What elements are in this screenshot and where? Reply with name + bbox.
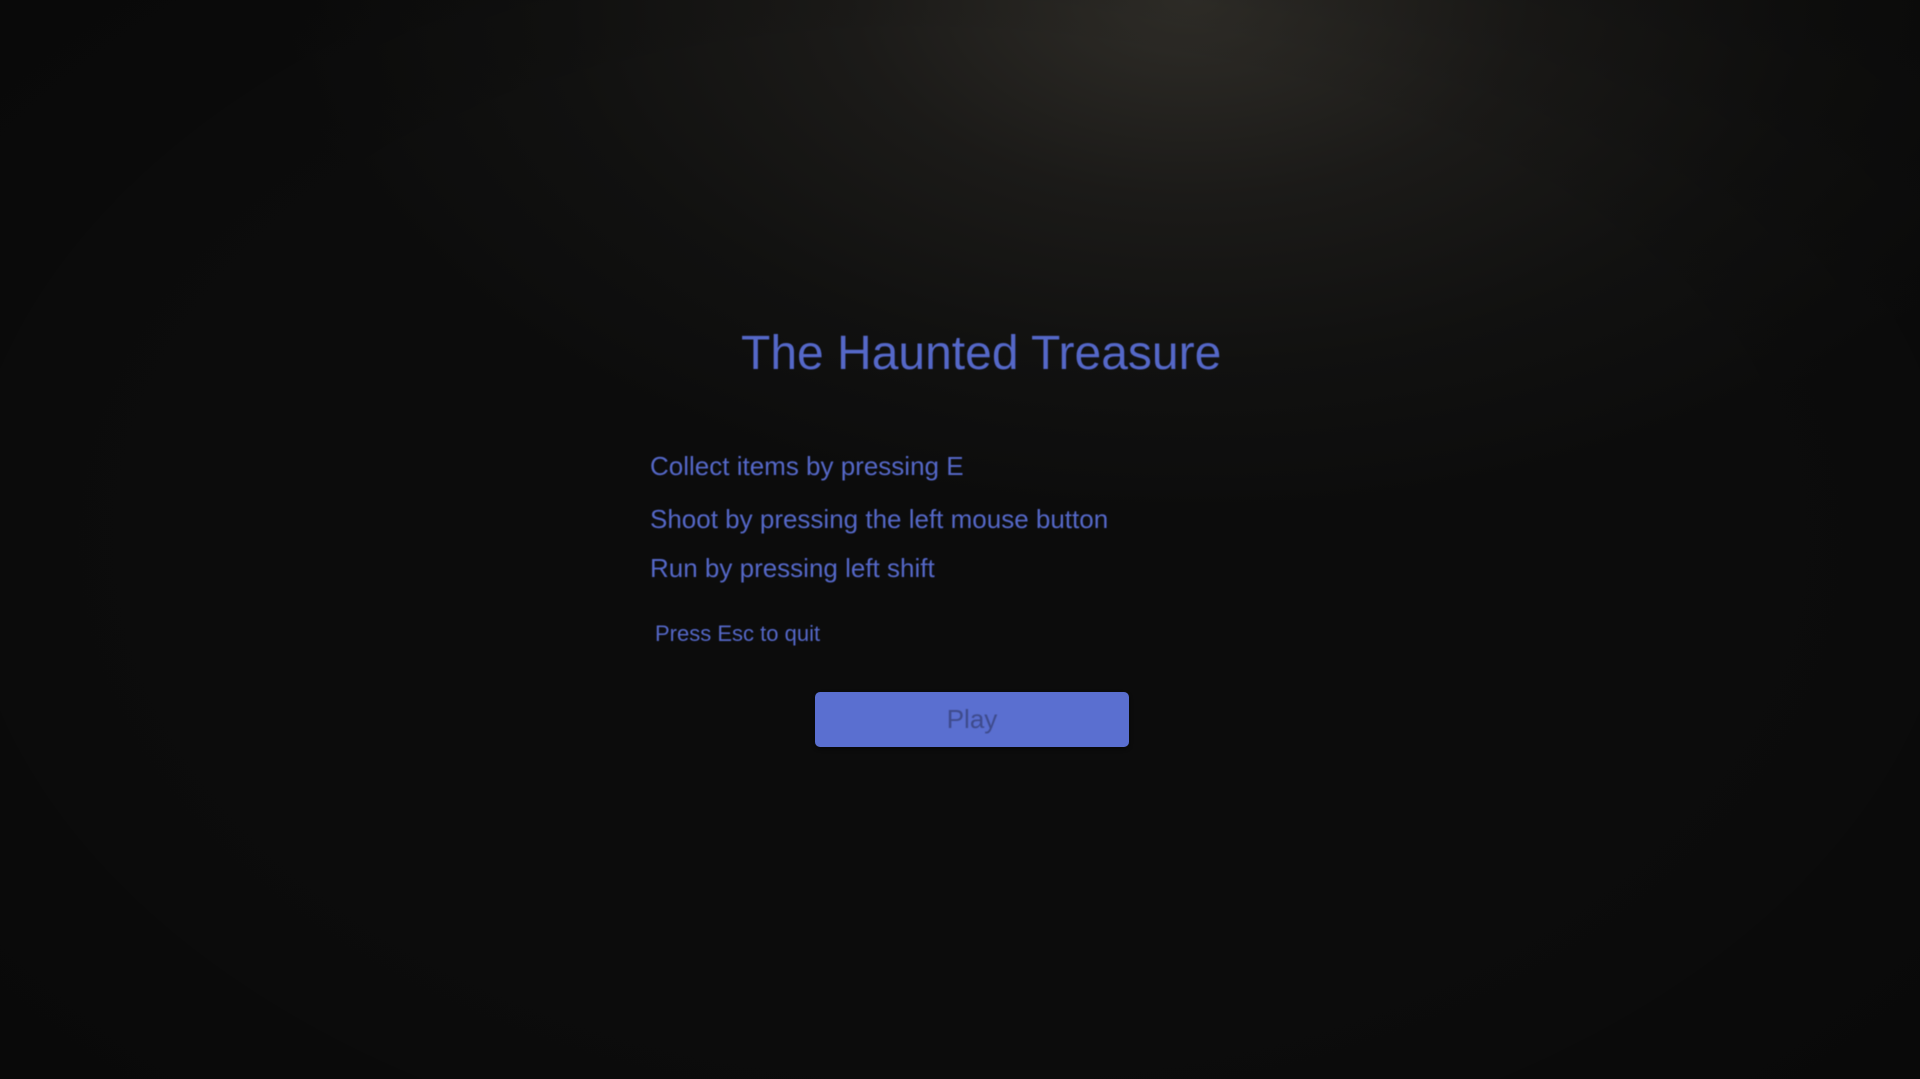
- quit-hint: Press Esc to quit: [655, 621, 821, 646]
- instruction-shoot: Shoot by pressing the left mouse button: [650, 504, 1109, 534]
- main-menu: The Haunted Treasure Collect items by pr…: [0, 0, 1920, 1079]
- instruction-run: Run by pressing left shift: [650, 553, 935, 583]
- play-button[interactable]: Play: [815, 692, 1129, 747]
- instruction-collect: Collect items by pressing E: [650, 451, 964, 481]
- play-button-label: Play: [946, 704, 998, 734]
- game-title: The Haunted Treasure: [741, 327, 1222, 380]
